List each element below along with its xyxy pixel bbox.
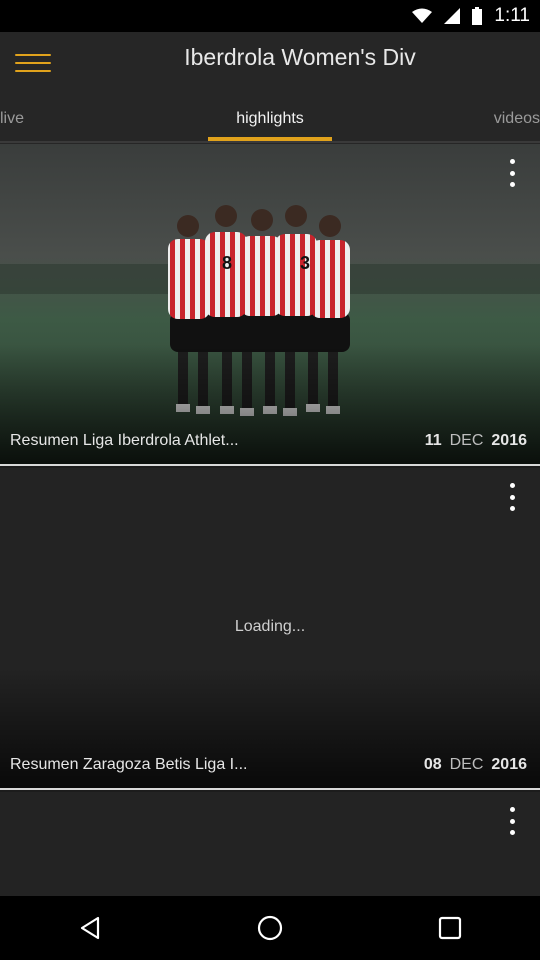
video-card[interactable] — [0, 792, 540, 896]
signal-icon — [444, 8, 461, 24]
date-year: 2016 — [491, 756, 527, 773]
video-title: Resumen Zaragoza Betis Liga I... — [10, 756, 248, 773]
date-year: 2016 — [491, 432, 527, 449]
overflow-menu-icon[interactable] — [502, 156, 522, 190]
tab-highlights[interactable]: highlights — [208, 110, 332, 128]
tab-videos[interactable]: videos — [494, 110, 540, 128]
app-bar: Iberdrola Women's Div live highlights vi… — [0, 32, 540, 144]
system-nav-bar — [0, 896, 540, 960]
tab-baseline — [0, 141, 540, 143]
date-month: DEC — [449, 432, 484, 449]
tab-live[interactable]: live — [0, 110, 24, 128]
home-icon[interactable] — [240, 898, 300, 958]
back-icon[interactable] — [60, 898, 120, 958]
video-card[interactable]: 8 3 Resumen Liga Iberdrola Athlet... 11 … — [0, 144, 540, 464]
svg-text:8: 8 — [222, 253, 232, 273]
overflow-menu-icon[interactable] — [502, 480, 522, 514]
video-title: Resumen Liga Iberdrola Athlet... — [10, 432, 239, 449]
overflow-menu-icon[interactable] — [502, 804, 522, 838]
date-month: DEC — [449, 756, 484, 773]
status-bar: 1:11 — [0, 0, 540, 32]
menu-icon[interactable] — [12, 46, 54, 80]
recents-icon[interactable] — [420, 898, 480, 958]
page-title: Iberdrola Women's Div — [184, 44, 416, 70]
video-card[interactable]: Loading... Resumen Zaragoza Betis Liga I… — [0, 468, 540, 788]
date-day: 11 — [424, 432, 442, 449]
wifi-icon — [412, 8, 433, 24]
status-time: 1:11 — [494, 5, 530, 26]
card-divider — [0, 464, 540, 466]
video-date: 11 DEC 2016 — [425, 432, 527, 450]
status-icons: 1:11 — [412, 0, 530, 32]
svg-text:3: 3 — [300, 253, 310, 273]
video-date: 08 DEC 2016 — [424, 756, 527, 774]
date-day: 08 — [423, 756, 442, 773]
card-divider — [0, 788, 540, 790]
battery-icon — [472, 7, 483, 25]
loading-text: Loading... — [234, 618, 306, 635]
